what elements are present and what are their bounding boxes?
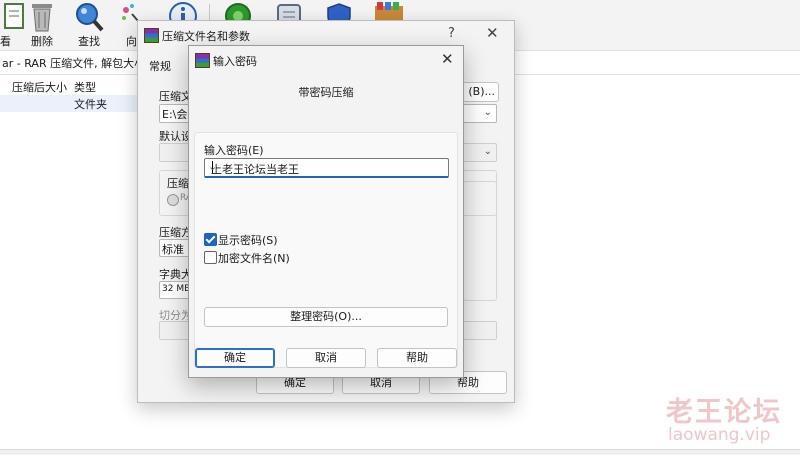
password-dialog: 输入密码 ✕ 带密码压缩 输入密码(E) 上老王论坛当老王 ⌄ 显示密码(S) …: [188, 45, 464, 378]
format-label: 压缩: [167, 177, 189, 190]
password-dialog-header: 带密码压缩: [189, 75, 463, 129]
encrypt-filenames-checkbox[interactable]: [204, 251, 217, 264]
options-group: [463, 181, 497, 301]
watermark-logo-text: 老王论坛: [666, 397, 782, 428]
trash-icon: [32, 4, 52, 32]
winrar-icon: [195, 53, 210, 68]
row-type-cell: 文件夹: [74, 98, 107, 111]
archive-dialog-title: 压缩文件名和参数: [162, 30, 250, 43]
password-ok-button[interactable]: 确定: [195, 348, 275, 368]
toolbar-find-button[interactable]: 查找: [67, 0, 111, 50]
table-row[interactable]: 文件夹: [0, 95, 140, 112]
show-password-label[interactable]: 显示密码(S): [218, 232, 278, 248]
path-bar-text: ar - RAR 压缩文件, 解包大小为: [2, 57, 157, 70]
toolbar-find-label: 查找: [78, 35, 100, 48]
password-input[interactable]: 上老王论坛当老王 ⌄: [204, 158, 449, 178]
password-cancel-button[interactable]: 取消: [286, 348, 366, 368]
password-dialog-heading: 带密码压缩: [298, 86, 354, 99]
browse-button[interactable]: (B)...: [462, 82, 499, 102]
archive-dialog-close-icon[interactable]: ✕: [486, 24, 499, 42]
watermark-url: laowang.vip: [668, 425, 771, 445]
chevron-down-icon[interactable]: ⌄: [484, 146, 492, 157]
method-value: 标准: [162, 243, 184, 256]
password-help-button[interactable]: 帮助: [377, 348, 457, 368]
dict-value: 32 MB: [162, 284, 191, 294]
file-list-header: 压缩后大小 类型: [0, 76, 140, 96]
password-dialog-close-icon[interactable]: ✕: [441, 50, 454, 68]
status-bar: [0, 449, 800, 455]
chevron-down-icon[interactable]: ⌄: [208, 160, 444, 173]
enter-password-label: 输入密码(E): [204, 144, 264, 157]
column-type[interactable]: 类型: [74, 79, 96, 95]
archive-dialog-help-icon[interactable]: ?: [448, 26, 455, 41]
organize-passwords-button[interactable]: 整理密码(O)...: [204, 307, 448, 327]
encrypt-filenames-label[interactable]: 加密文件名(N): [218, 250, 290, 266]
format-radio[interactable]: [167, 194, 179, 206]
show-password-checkbox[interactable]: [204, 233, 217, 246]
toolbar-delete-label: 删除: [31, 35, 53, 48]
tab-general[interactable]: 常规: [149, 58, 171, 74]
search-icon: [76, 3, 104, 32]
password-dialog-title: 输入密码: [213, 55, 257, 68]
chevron-down-icon[interactable]: ⌄: [484, 107, 492, 118]
toolbar-delete-button[interactable]: 删除: [20, 0, 64, 50]
winrar-icon: [144, 28, 159, 43]
column-packed-size[interactable]: 压缩后大小: [12, 79, 67, 95]
